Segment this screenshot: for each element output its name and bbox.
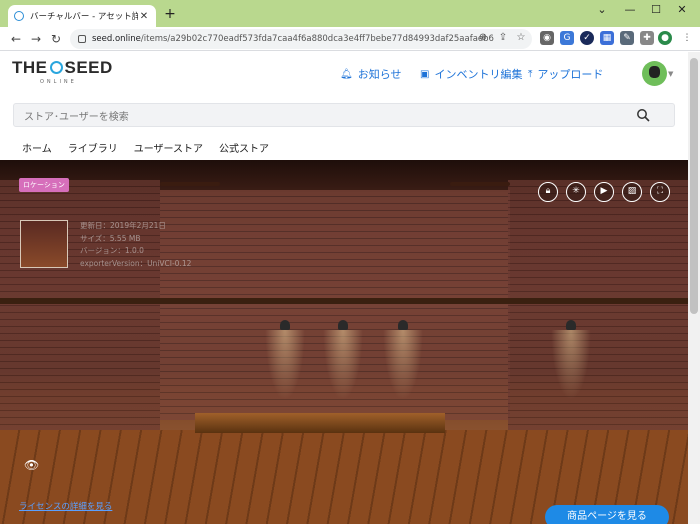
scrollbar-thumb[interactable] <box>690 58 698 314</box>
logo-seed: SEED <box>64 58 113 77</box>
pendant-lamp <box>280 320 290 330</box>
subnav-user-store[interactable]: ユーザーストア <box>134 140 203 155</box>
calendar-ext-icon[interactable]: ▦ <box>600 31 614 45</box>
nav-inventory[interactable]: ▣ インベントリ編集 <box>420 66 522 82</box>
new-tab-button[interactable]: + <box>162 6 178 22</box>
page-scrollbar[interactable] <box>688 52 700 524</box>
ceiling-fan-left <box>160 182 220 186</box>
pen-ext-icon[interactable]: ✎ <box>620 31 634 45</box>
install-icon[interactable]: ⊕ <box>476 31 490 45</box>
tab-search-icon[interactable]: ⌄ <box>590 3 614 19</box>
check-ext-icon[interactable]: ✓ <box>580 31 594 45</box>
pendant-lamp <box>338 320 348 330</box>
lamp-glow <box>323 330 363 400</box>
stripes-icon[interactable]: ▨ <box>622 182 642 202</box>
nav-upload[interactable]: ⤒ アップロード <box>528 66 603 82</box>
scene-shelf <box>0 298 688 304</box>
pendant-lamp <box>398 320 408 330</box>
reload-icon[interactable]: ↻ <box>48 31 64 47</box>
tab-title: バーチャルバー - アセット詳細 - THE S <box>30 12 138 22</box>
asset-viewer[interactable]: ロケーション 更新日：2019年2月21日 サイズ：5.55 MB バージョン：… <box>0 160 688 524</box>
inventory-icon: ▣ <box>420 68 430 80</box>
scene-counter <box>195 413 445 433</box>
subnav-library[interactable]: ライブラリ <box>68 140 118 155</box>
logo-circle-icon <box>49 61 63 74</box>
lamp-glow <box>265 330 305 400</box>
bell-icon: 🔔︎ <box>340 68 353 80</box>
avatar[interactable] <box>642 61 667 86</box>
url-path: /items/a29b02c770eadf573fda7caa4f6a880dc… <box>140 34 494 44</box>
bookmark-star-icon[interactable]: ☆ <box>514 31 528 45</box>
back-icon[interactable]: ← <box>8 31 24 47</box>
menu-icon[interactable]: ⋮ <box>680 31 694 45</box>
avatar-caret-icon[interactable]: ▼ <box>668 70 673 78</box>
favicon-icon <box>14 11 24 21</box>
ceiling-fan-right <box>450 182 510 186</box>
product-page-button[interactable]: 商品ページを見る <box>545 505 669 524</box>
asset-meta: 更新日：2019年2月21日 サイズ：5.55 MB バージョン：1.0.0 e… <box>80 220 191 270</box>
browser-toolbar: ← → ↻ seed.online /items/a29b02c770eadf5… <box>0 27 700 51</box>
meta-size: サイズ：5.55 MB <box>80 233 141 243</box>
pendant-lamp <box>566 320 576 330</box>
close-window-button[interactable]: ✕ <box>670 3 694 19</box>
share-icon[interactable]: ⇪ <box>496 31 510 45</box>
search-placeholder: ストア･ユーザーを検索 <box>24 111 129 123</box>
upload-icon: ⤒ <box>528 68 533 80</box>
tab-close-icon[interactable]: ✕ <box>138 11 150 22</box>
category-badge: ロケーション <box>19 178 69 192</box>
lamp-glow <box>383 330 423 400</box>
puzzle-ext-icon[interactable]: ✚ <box>640 31 654 45</box>
nav-upload-label: アップロード <box>537 68 604 81</box>
tab-strip: バーチャルバー - アセット詳細 - THE S ✕ + ⌄ — ☐ ✕ <box>0 0 700 27</box>
nav-news[interactable]: 🔔︎ お知らせ <box>340 66 401 82</box>
lock-icon[interactable]: 🔒︎ <box>538 182 558 202</box>
meta-updated: 更新日：2019年2月21日 <box>80 221 166 230</box>
license-link[interactable]: ライセンスの詳細を見る <box>19 500 112 512</box>
camera-icon[interactable]: ▶ <box>594 182 614 202</box>
lamp-glow <box>551 330 591 400</box>
browser-tab[interactable]: バーチャルバー - アセット詳細 - THE S ✕ <box>8 5 156 27</box>
eye-icon[interactable]: 👁︎ <box>24 458 39 472</box>
site-logo[interactable]: THE SEED <box>12 58 113 78</box>
camera-ext-icon[interactable]: ◉ <box>540 31 554 45</box>
lock-icon <box>78 35 86 43</box>
meta-exporter: exporterVersion：UniVCI-0.12 <box>80 258 192 268</box>
sparkle-icon[interactable]: ✳ <box>566 182 586 202</box>
meta-version: バージョン：1.0.0 <box>80 246 144 255</box>
logo-the: THE <box>12 58 48 77</box>
fullscreen-icon[interactable]: ⛶ <box>650 182 670 202</box>
address-bar[interactable]: seed.online /items/a29b02c770eadf573fda7… <box>70 29 532 49</box>
search-input[interactable]: ストア･ユーザーを検索 <box>13 103 675 127</box>
subnav-official-store[interactable]: 公式ストア <box>219 140 269 155</box>
sub-navigation: ホーム ライブラリ ユーザーストア 公式ストア <box>22 140 285 155</box>
nav-news-label: お知らせ <box>357 68 402 81</box>
profile-ext-icon[interactable]: ● <box>658 31 672 45</box>
asset-thumbnail <box>20 220 68 268</box>
translate-ext-icon[interactable]: G <box>560 31 574 45</box>
subnav-home[interactable]: ホーム <box>22 140 52 155</box>
forward-icon[interactable]: → <box>28 31 44 47</box>
url-host: seed.online <box>92 34 141 44</box>
logo-subtitle: ONLINE <box>40 79 77 85</box>
site-header: THE SEED ONLINE 🔔︎ お知らせ ▣ インベントリ編集 ⤒ アップロ… <box>0 52 688 97</box>
minimize-button[interactable]: — <box>618 3 642 19</box>
search-icon[interactable] <box>636 108 650 122</box>
maximize-button[interactable]: ☐ <box>644 3 668 19</box>
nav-inventory-label: インベントリ編集 <box>434 68 523 81</box>
